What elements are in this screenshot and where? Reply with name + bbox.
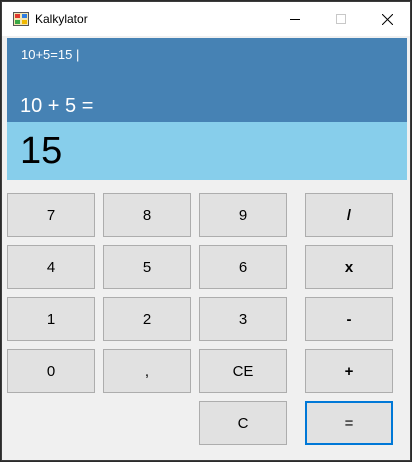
maximize-icon [336, 14, 346, 24]
clear-button[interactable]: C [199, 401, 287, 445]
calculator-window: Kalkylator 10+5=15 | 10 + 5 = 15 7 8 9 /… [1, 1, 411, 461]
key-6[interactable]: 6 [199, 245, 287, 289]
divide-button[interactable]: / [305, 193, 393, 237]
key-7[interactable]: 7 [7, 193, 95, 237]
minus-button[interactable]: - [305, 297, 393, 341]
history-display: 10+5=15 | 10 + 5 = [7, 38, 407, 122]
key-4[interactable]: 4 [7, 245, 95, 289]
title-bar[interactable]: Kalkylator [2, 2, 410, 36]
minimize-button[interactable] [272, 2, 318, 36]
clear-entry-button[interactable]: CE [199, 349, 287, 393]
minimize-icon [290, 19, 300, 20]
key-2[interactable]: 2 [103, 297, 191, 341]
window-title: Kalkylator [35, 12, 88, 26]
close-button[interactable] [364, 2, 410, 36]
equals-button[interactable]: = [305, 401, 393, 445]
calculator-app-icon [13, 12, 29, 26]
expression-text: 10 + 5 = [20, 95, 94, 117]
result-display: 15 [7, 122, 407, 180]
key-3[interactable]: 3 [199, 297, 287, 341]
key-5[interactable]: 5 [103, 245, 191, 289]
key-8[interactable]: 8 [103, 193, 191, 237]
maximize-button [318, 2, 364, 36]
result-text: 15 [20, 130, 63, 172]
close-icon [381, 13, 393, 25]
key-0[interactable]: 0 [7, 349, 95, 393]
multiply-button[interactable]: x [305, 245, 393, 289]
history-text: 10+5=15 | [21, 47, 80, 62]
key-1[interactable]: 1 [7, 297, 95, 341]
plus-button[interactable]: + [305, 349, 393, 393]
comma-button[interactable]: , [103, 349, 191, 393]
key-9[interactable]: 9 [199, 193, 287, 237]
